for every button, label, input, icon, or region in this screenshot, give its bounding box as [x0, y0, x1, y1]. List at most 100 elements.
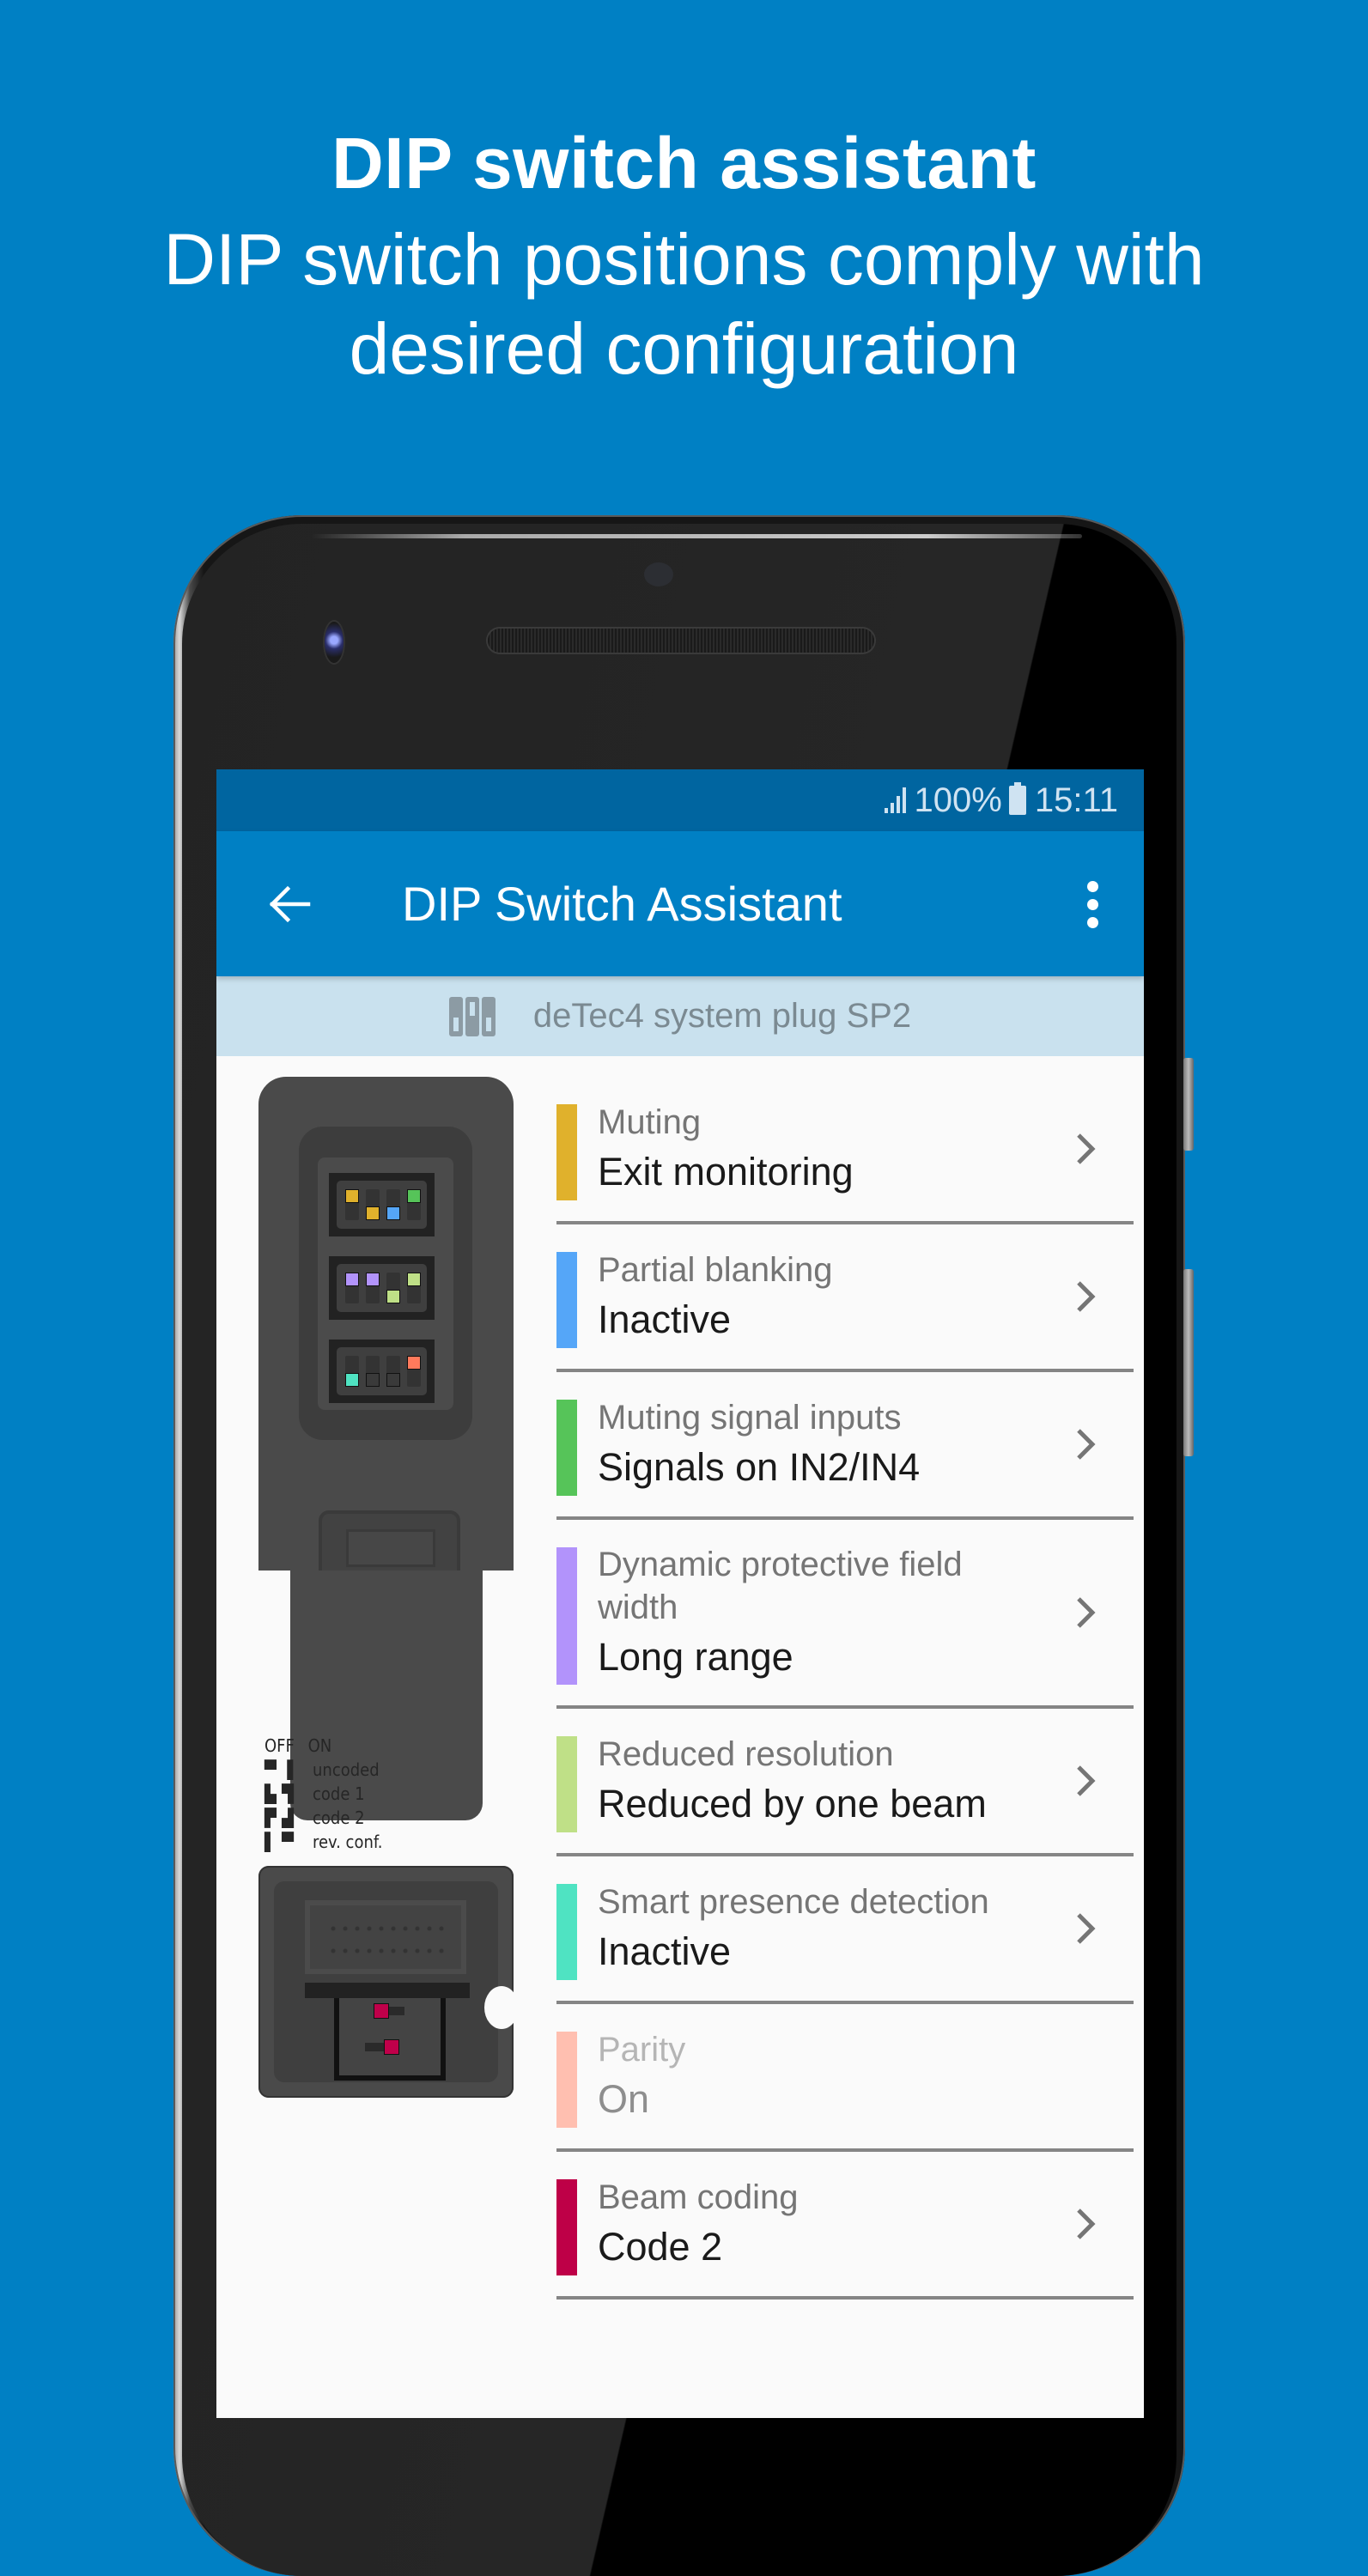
chevron-right-icon: [1077, 1913, 1096, 1944]
settings-list-item[interactable]: Smart presence detection Inactive: [556, 1856, 1134, 2004]
proximity-sensor: [644, 562, 673, 586]
status-bar: 100% 15:11: [216, 769, 1144, 831]
chevron-right-icon: [1077, 1281, 1096, 1312]
setting-label: Dynamic protective field width: [598, 1546, 963, 1626]
hero-subtitle-line-2: desired configuration: [349, 308, 1019, 389]
dip-switch-knob-off: [345, 1373, 359, 1387]
app-bar: DIP Switch Assistant: [216, 831, 1144, 976]
overflow-menu-button[interactable]: [1067, 874, 1118, 934]
status-time: 15:11: [1034, 781, 1118, 819]
more-vert-icon: [1086, 880, 1098, 892]
chevron-right-icon: [1077, 1429, 1096, 1460]
setting-value: Inactive: [598, 1297, 732, 1341]
dip-switch: [386, 1356, 400, 1387]
settings-list-item[interactable]: Beam coding Code 2: [556, 2152, 1134, 2300]
dip-switch-knob-off: [366, 1373, 380, 1387]
beam-coding-switch-2: [384, 2039, 399, 2055]
battery-percent: 100%: [914, 781, 1002, 819]
beam-coding-switches: [334, 1998, 446, 2081]
dip-switch-knob-off: [366, 1206, 380, 1220]
phone-rim-highlight: [311, 534, 1082, 538]
color-indicator: [556, 1736, 577, 1832]
dip-switch: [407, 1273, 421, 1303]
dip-switch: [386, 1273, 400, 1303]
setting-label: Muting: [598, 1103, 702, 1141]
dip-block-3: [329, 1340, 435, 1403]
setting-value: Code 2: [598, 2225, 723, 2269]
dip-switch: [407, 1356, 421, 1387]
settings-list-item[interactable]: Partial blanking Inactive: [556, 1224, 1134, 1372]
legend-row-label: code 1: [313, 1783, 365, 1804]
color-indicator: [556, 1104, 577, 1200]
setting-value: Exit monitoring: [598, 1150, 854, 1194]
dip-switch: [386, 1189, 400, 1220]
legend-row-label: uncoded: [313, 1759, 380, 1780]
setting-label: Smart presence detection: [598, 1883, 989, 1921]
front-camera-icon: [325, 622, 344, 663]
setting-value: On: [598, 2077, 650, 2121]
setting-value: Reduced by one beam: [598, 1782, 987, 1826]
dip-block-1: [329, 1173, 435, 1236]
dip-switch-knob-off: [386, 1290, 400, 1303]
color-indicator: [556, 1547, 577, 1685]
legend-off: OFF: [264, 1735, 295, 1756]
device-subheader: deTec4 system plug SP2: [216, 976, 1144, 1056]
color-indicator: [556, 1252, 577, 1348]
battery-icon: [1008, 782, 1026, 815]
earpiece-speaker: [488, 629, 874, 653]
back-button[interactable]: [259, 874, 319, 934]
color-indicator: [556, 2032, 577, 2128]
chevron-right-icon: [1077, 2208, 1096, 2239]
dip-switch-knob-off: [386, 1373, 400, 1387]
dip-switch-knob-on: [407, 1189, 421, 1203]
setting-value: Long range: [598, 1635, 793, 1679]
dip-switch: [345, 1356, 359, 1387]
hero-title: DIP switch assistant: [331, 123, 1037, 204]
phone-screen: 100% 15:11 DIP Switch Assistant deTec4 s…: [216, 769, 1144, 2418]
connector-slot: [305, 1900, 466, 1974]
setting-label: Reduced resolution: [598, 1735, 894, 1773]
color-indicator: [556, 2179, 577, 2275]
chevron-right-icon: [1077, 1133, 1096, 1164]
dip-switch-knob-on: [407, 1273, 421, 1286]
color-indicator: [556, 1400, 577, 1496]
chevron-right-icon: [1077, 1765, 1096, 1796]
chevron-right-icon: [1077, 1597, 1096, 1628]
arrow-left-icon: [269, 885, 311, 923]
setting-value: Signals on IN2/IN4: [598, 1445, 921, 1489]
dip-switch-knob-on: [407, 1356, 421, 1370]
dip-switch: [366, 1273, 380, 1303]
dip-switch-knob-on: [345, 1189, 359, 1203]
dip-switch-knob-on: [366, 1273, 380, 1286]
app-title: DIP Switch Assistant: [402, 877, 842, 931]
setting-label: Parity: [598, 2031, 686, 2069]
beam-coding-plug-illustration: [258, 1866, 519, 2098]
legend-row-label: rev. conf.: [313, 1832, 383, 1852]
system-plug-illustration: [258, 1077, 514, 1637]
power-button: [1183, 1269, 1194, 1456]
color-indicator: [556, 1884, 577, 1980]
dip-switch: [366, 1356, 380, 1387]
settings-list: Muting Exit monitoring Partial blanking …: [556, 1077, 1134, 2300]
dip-block-2: [329, 1256, 435, 1320]
setting-value: Inactive: [598, 1929, 732, 1973]
dip-switch-panel: [318, 1157, 453, 1410]
signal-icon: [884, 787, 906, 813]
setting-label: Muting signal inputs: [598, 1399, 902, 1437]
settings-list-item[interactable]: Dynamic protective field width Long rang…: [556, 1520, 1134, 1709]
volume-button: [1183, 1058, 1194, 1151]
legend-on: ON: [307, 1735, 332, 1756]
settings-list-item[interactable]: Muting Exit monitoring: [556, 1077, 1134, 1224]
dip-switch: [407, 1189, 421, 1220]
hero-subtitle: DIP switch positions comply with desired…: [0, 215, 1368, 393]
settings-list-item: Parity On: [556, 2004, 1134, 2152]
dip-switch: [345, 1189, 359, 1220]
hero-subtitle-line-1: DIP switch positions comply with: [163, 219, 1205, 300]
dip-switch-knob-on: [345, 1273, 359, 1286]
settings-list-item[interactable]: Reduced resolution Reduced by one beam: [556, 1709, 1134, 1856]
beam-coding-switch-1: [374, 2003, 389, 2019]
legend-row-label: code 2: [313, 1807, 365, 1828]
setting-label: Beam coding: [598, 2178, 799, 2216]
setting-label: Partial blanking: [598, 1251, 833, 1289]
settings-list-item[interactable]: Muting signal inputs Signals on IN2/IN4: [556, 1372, 1134, 1520]
